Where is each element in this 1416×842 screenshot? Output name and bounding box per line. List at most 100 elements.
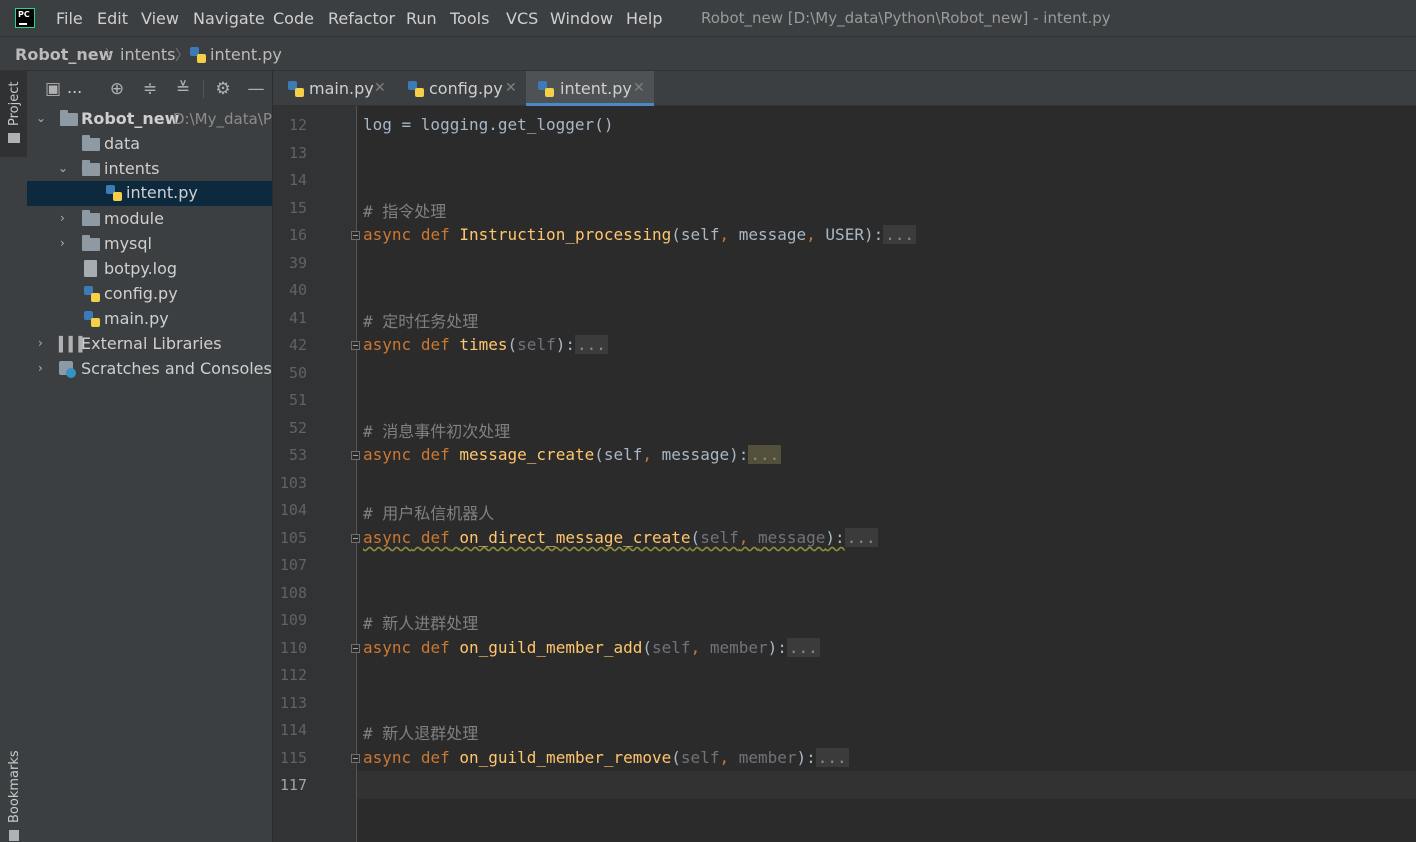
code-line[interactable]: async def on_guild_member_add(self, memb… [363,638,820,657]
code-comment[interactable]: # 新人退群处理 [363,720,478,744]
menu-run[interactable]: Run [406,9,437,28]
gear-icon[interactable]: ⚙ [213,79,233,99]
line-number: 50 [288,364,307,382]
close-icon[interactable]: ✕ [374,80,386,96]
tree-item-external-libraries[interactable]: › ▍▍▍ External Libraries [27,332,272,357]
code-line[interactable]: log = logging.get_logger() [363,115,613,134]
menu-navigate[interactable]: Navigate [193,9,265,28]
locate-icon[interactable]: ⊕ [107,79,127,99]
line-number: 14 [288,171,307,189]
tree-item-botpy-log[interactable]: botpy.log [27,257,272,282]
line-number: 52 [288,419,307,437]
current-line-highlight [357,771,1416,799]
project-tool-tab[interactable]: Project [0,71,27,157]
code-line[interactable]: async def on_direct_message_create(self,… [363,528,878,547]
menu-code[interactable]: Code [273,9,314,28]
code-comment[interactable]: # 用户私信机器人 [363,500,494,524]
code-comment[interactable]: # 定时任务处理 [363,308,478,332]
fold-toggle-icon[interactable] [351,231,360,240]
folder-icon [60,110,78,126]
folded-code-placeholder[interactable]: ... [574,335,608,354]
tree-item-intents[interactable]: ⌄ intents [27,157,272,182]
code-comment[interactable]: # 新人进群处理 [363,610,478,634]
tree-item-config-py[interactable]: config.py [27,282,272,307]
line-number: 16 [288,226,307,244]
chevron-right-icon[interactable]: › [60,211,65,225]
tree-item-main-py[interactable]: main.py [27,307,272,332]
fold-toggle-icon[interactable] [351,754,360,763]
tree-item-root[interactable]: ⌄ Robot_new D:\My_data\P [27,107,272,132]
code-line[interactable]: async def on_guild_member_remove(self, m… [363,748,849,767]
pycharm-logo-icon[interactable]: PC [15,8,35,28]
code-line[interactable]: async def times(self):... [363,335,608,354]
line-number-current: 117 [279,776,307,794]
chevron-right-icon[interactable]: › [38,361,43,375]
chevron-down-icon[interactable]: ⌄ [58,161,68,175]
tree-item-scratches[interactable]: › Scratches and Consoles [27,357,272,382]
chevron-right-icon[interactable]: › [60,236,65,250]
tab-intent-py[interactable]: intent.py ✕ [526,71,654,106]
fold-toggle-icon[interactable] [351,644,360,653]
line-number: 107 [279,556,307,574]
text-file-icon [84,260,97,277]
tree-item-data[interactable]: data [27,132,272,157]
menu-vcs[interactable]: VCS [506,9,538,28]
line-number: 113 [279,694,307,712]
code-comment[interactable]: # 指令处理 [363,198,446,222]
code-line[interactable]: async def Instruction_processing(self, m… [363,225,917,244]
tab-config-py[interactable]: config.py ✕ [403,71,518,106]
project-view-selector[interactable]: ... [67,78,82,97]
code-editor[interactable]: 12 13 14 15 16 39 40 41 42 50 51 52 53 1… [273,106,1416,842]
bookmark-icon[interactable] [9,830,19,841]
tree-item-module[interactable]: › module [27,207,272,232]
fold-toggle-icon[interactable] [351,341,360,350]
line-number-gutter[interactable]: 12 13 14 15 16 39 40 41 42 50 51 52 53 1… [273,106,360,842]
menu-tools[interactable]: Tools [450,9,489,28]
chevron-right-icon[interactable]: › [38,336,43,350]
folded-code-placeholder[interactable]: ... [844,528,878,547]
menu-edit[interactable]: Edit [97,9,128,28]
menu-help[interactable]: Help [626,9,662,28]
folded-code-placeholder[interactable]: ... [748,445,782,464]
folded-code-placeholder[interactable]: ... [883,225,917,244]
python-file-icon [106,185,122,201]
python-file-icon [538,81,554,97]
close-icon[interactable]: ✕ [633,80,645,96]
project-view-icon[interactable]: ▣ [43,79,63,99]
menu-refactor[interactable]: Refactor [328,9,395,28]
python-file-icon [190,47,206,63]
line-number: 39 [288,254,307,272]
expand-all-icon[interactable]: ≑ [140,79,160,99]
code-comment[interactable]: # 消息事件初次处理 [363,418,510,442]
left-tool-strip: Project Bookmarks [0,71,28,842]
tree-item-label: External Libraries [81,334,222,353]
breadcrumb-file[interactable]: intent.py [210,45,282,64]
line-number: 40 [288,281,307,299]
menu-window[interactable]: Window [550,9,613,28]
chevron-down-icon[interactable]: ⌄ [36,111,46,125]
breadcrumb-project[interactable]: Robot_new [15,45,113,64]
tree-item-intent-py[interactable]: intent.py [27,181,272,206]
folder-icon [82,135,100,151]
folder-icon [82,210,100,226]
fold-toggle-icon[interactable] [351,534,360,543]
menu-view[interactable]: View [141,9,179,28]
breadcrumb: Robot_new 〉 intents 〉 intent.py [0,36,1416,71]
breadcrumb-separator-icon: 〉 [105,48,119,64]
line-number: 115 [279,749,307,767]
line-number: 110 [279,639,307,657]
fold-toggle-icon[interactable] [351,451,360,460]
tree-item-label: module [104,209,164,228]
bookmarks-tab-label[interactable]: Bookmarks [7,750,22,823]
menu-file[interactable]: File [56,9,83,28]
line-number: 109 [279,611,307,629]
close-icon[interactable]: ✕ [505,80,517,96]
code-line[interactable]: async def message_create(self, message):… [363,445,782,464]
folded-code-placeholder[interactable]: ... [815,748,849,767]
hide-panel-icon[interactable]: — [246,79,266,99]
folded-code-placeholder[interactable]: ... [786,638,820,657]
collapse-all-icon[interactable]: ≚ [173,79,193,99]
breadcrumb-folder[interactable]: intents [120,45,175,64]
tree-item-mysql[interactable]: › mysql [27,232,272,257]
tab-main-py[interactable]: main.py ✕ [283,71,393,106]
